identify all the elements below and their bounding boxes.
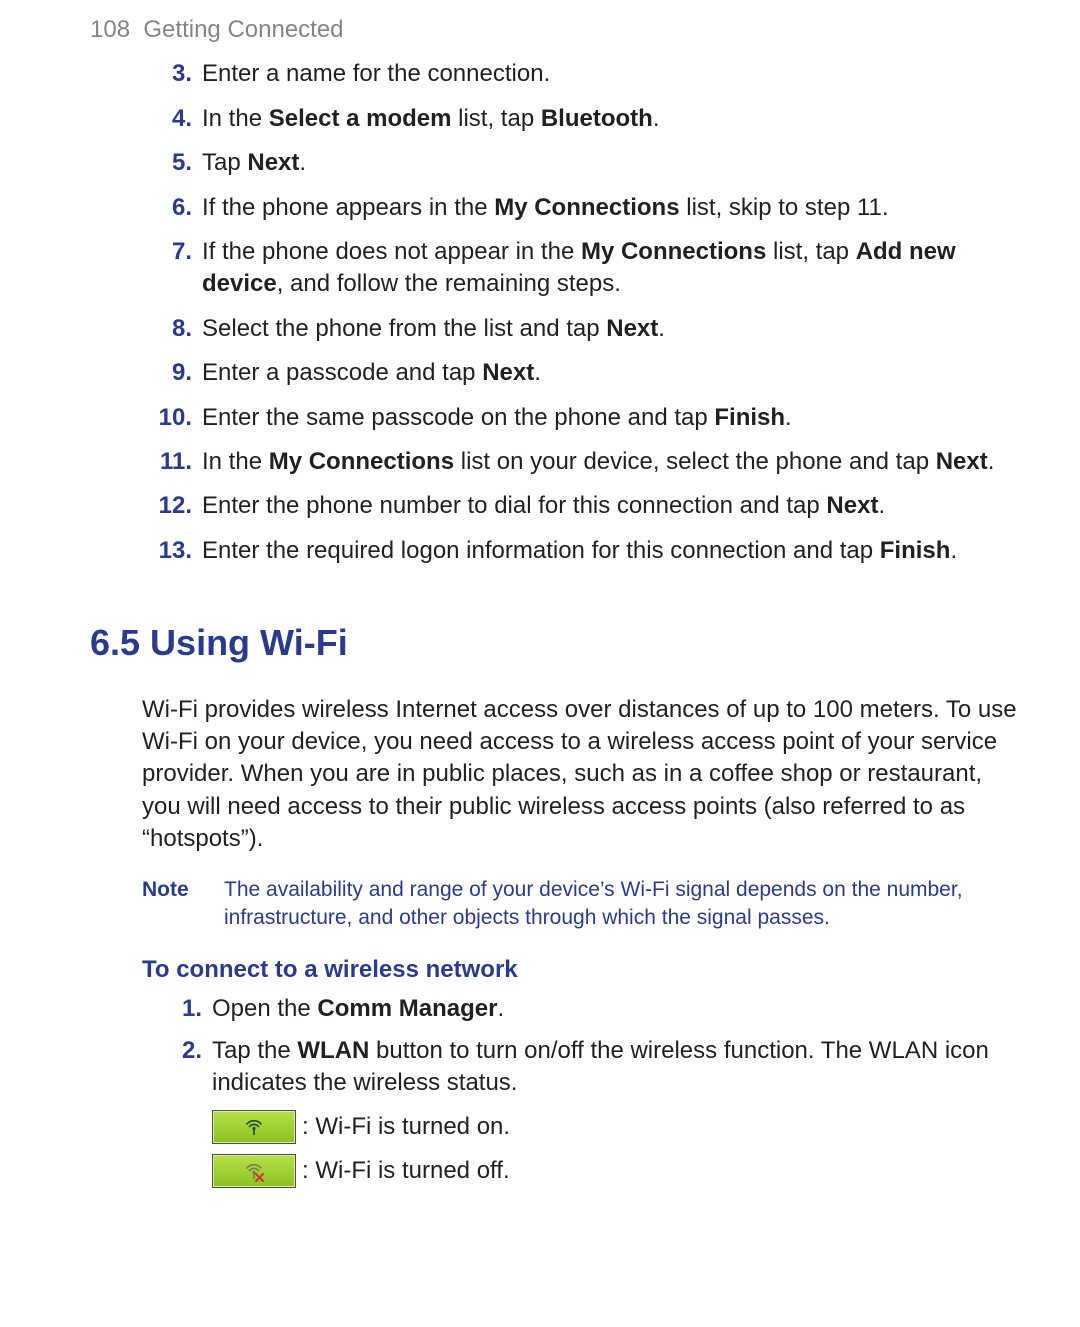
bold-term: Bluetooth [541,105,653,132]
subsection-heading: To connect to a wireless network [142,954,1020,986]
step-number: 5. [146,147,202,179]
numbered-steps: 3.Enter a name for the connection.4.In t… [90,58,1020,567]
step-number: 10. [146,402,202,434]
bold-term: Finish [880,537,951,564]
step-body: Enter the phone number to dial for this … [202,490,1020,522]
bold-term: Finish [714,404,785,431]
list-item: 13.Enter the required logon information … [90,535,1020,567]
step-body: Tap the WLAN button to turn on/off the w… [212,1035,1020,1100]
step-body: Tap Next. [202,147,1020,179]
step-body: In the Select a modem list, tap Bluetoot… [202,103,1020,135]
step-body: In the My Connections list on your devic… [202,446,1020,478]
bold-term: Add new device [202,238,956,297]
bold-term: Next [936,448,988,475]
intro-paragraph: Wi-Fi provides wireless Internet access … [142,694,1020,856]
chapter-title: Getting Connected [143,16,343,43]
list-item: 2.Tap the WLAN button to turn on/off the… [90,1035,1020,1100]
step-number: 11. [146,446,202,478]
section-heading: 6.5 Using Wi-Fi [90,619,1020,668]
step-body: If the phone does not appear in the My C… [202,236,1020,301]
bold-term: WLAN [297,1037,369,1064]
bold-term: My Connections [581,238,766,265]
step-body: Enter the required logon information for… [202,535,1020,567]
step-number: 1. [166,993,212,1025]
bold-term: Next [247,149,299,176]
step-number: 3. [146,58,202,90]
bold-term: My Connections [269,448,454,475]
list-item: 5.Tap Next. [90,147,1020,179]
step-body: Enter the same passcode on the phone and… [202,402,1020,434]
list-item: 10.Enter the same passcode on the phone … [90,402,1020,434]
step-number: 9. [146,357,202,389]
wifi-off-text: : Wi-Fi is turned off. [302,1155,510,1187]
list-item: 4.In the Select a modem list, tap Blueto… [90,103,1020,135]
step-body: Enter a passcode and tap Next. [202,357,1020,389]
step-number: 4. [146,103,202,135]
step-body: Select the phone from the list and tap N… [202,313,1020,345]
note-block: Note The availability and range of your … [142,876,1020,933]
list-item: 12.Enter the phone number to dial for th… [90,490,1020,522]
wifi-on-text: : Wi-Fi is turned on. [302,1111,510,1143]
wifi-off-line: : Wi-Fi is turned off. [212,1154,1020,1188]
step-number: 12. [146,490,202,522]
list-item: 6.If the phone appears in the My Connect… [90,192,1020,224]
bold-term: Next [826,492,878,519]
step-body: If the phone appears in the My Connectio… [202,192,1020,224]
running-header: 108 Getting Connected [90,14,1020,46]
list-item: 3.Enter a name for the connection. [90,58,1020,90]
step-body: Enter a name for the connection. [202,58,1020,90]
icon-legend: : Wi-Fi is turned on. : Wi-Fi is t [212,1110,1020,1188]
list-item: 8.Select the phone from the list and tap… [90,313,1020,345]
step-number: 13. [146,535,202,567]
wlan-on-icon [212,1110,296,1144]
note-body: The availability and range of your devic… [224,876,1020,933]
bold-term: Next [482,359,534,386]
step-number: 8. [146,313,202,345]
step-number: 6. [146,192,202,224]
list-item: 7.If the phone does not appear in the My… [90,236,1020,301]
step-body: Open the Comm Manager. [212,993,1020,1025]
bold-term: Next [606,315,658,342]
bold-term: Select a modem [269,105,452,132]
list-item: 11.In the My Connections list on your de… [90,446,1020,478]
wlan-off-icon [212,1154,296,1188]
step-number: 7. [146,236,202,268]
note-label: Note [142,876,224,933]
page-number: 108 [90,16,130,43]
list-item: 1.Open the Comm Manager. [90,993,1020,1025]
list-item: 9.Enter a passcode and tap Next. [90,357,1020,389]
wifi-on-line: : Wi-Fi is turned on. [212,1110,1020,1144]
manual-page: 108 Getting Connected 3.Enter a name for… [0,0,1080,1327]
bold-term: My Connections [494,194,679,221]
step-number: 2. [166,1035,212,1067]
numbered-substeps: 1.Open the Comm Manager.2.Tap the WLAN b… [90,993,1020,1100]
bold-term: Comm Manager [317,995,497,1022]
